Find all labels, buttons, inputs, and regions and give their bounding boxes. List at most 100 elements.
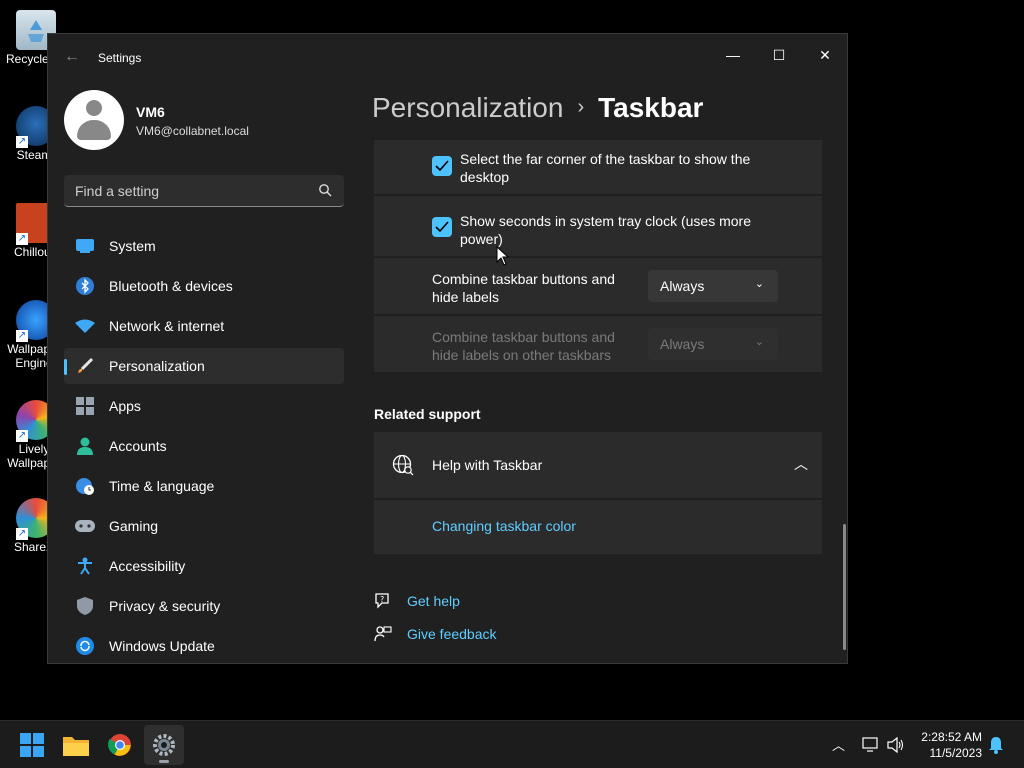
dropdown-value: Always	[660, 336, 705, 352]
wifi-icon	[75, 316, 95, 336]
dropdown-value: Always	[660, 278, 705, 294]
sidebar-item-system[interactable]: System	[64, 228, 344, 264]
sidebar-item-label: Bluetooth & devices	[109, 278, 233, 294]
notification-bell-icon[interactable]	[988, 736, 1004, 754]
sidebar-item-accounts[interactable]: Accounts	[64, 428, 344, 464]
bluetooth-icon	[75, 276, 95, 296]
mouse-cursor-icon	[496, 246, 510, 266]
chevron-down-icon: ⌄	[754, 336, 764, 348]
taskbar-settings-content: Select the far corner of the taskbar to …	[374, 140, 824, 663]
related-support-title: Related support	[374, 406, 481, 422]
checkmark-icon	[435, 221, 449, 233]
give-feedback-icon	[374, 626, 392, 642]
breadcrumb: Personalization › Taskbar	[372, 92, 703, 124]
shield-icon	[75, 596, 95, 616]
get-help-link[interactable]: Get help	[407, 593, 460, 609]
page-title: Taskbar	[598, 92, 704, 123]
sidebar-item-label: Apps	[109, 398, 141, 414]
breadcrumb-parent[interactable]: Personalization	[372, 92, 563, 123]
sidebar-item-bluetooth[interactable]: Bluetooth & devices	[64, 268, 344, 304]
sidebar-item-windows-update[interactable]: Windows Update	[64, 628, 344, 663]
system-clock[interactable]: 2:28:52 AM 11/5/2023	[921, 729, 982, 761]
setting-row-combine-other: Combine taskbar buttons and hide labels …	[374, 316, 822, 372]
setting-label: Combine taskbar buttons and hide labels …	[432, 329, 615, 363]
network-icon[interactable]	[862, 737, 880, 753]
checkbox-far-corner[interactable]	[432, 156, 452, 176]
active-indicator	[159, 760, 169, 763]
give-feedback-row[interactable]: Give feedback	[374, 623, 574, 645]
sidebar-item-gaming[interactable]: Gaming	[64, 508, 344, 544]
chevron-down-icon: ⌄	[754, 278, 764, 290]
checkbox-show-seconds[interactable]	[432, 217, 452, 237]
setting-row-combine-buttons: Combine taskbar buttons and hide labels …	[374, 258, 822, 314]
sidebar-item-privacy-security[interactable]: Privacy & security	[64, 588, 344, 624]
taskbar-chrome[interactable]	[100, 725, 140, 765]
start-button[interactable]	[12, 725, 52, 765]
setting-row-far-corner[interactable]: Select the far corner of the taskbar to …	[374, 140, 822, 194]
chrome-icon	[108, 734, 131, 756]
clock-date: 11/5/2023	[929, 746, 983, 760]
avatar-head-icon	[86, 100, 102, 116]
sidebar-item-label: Time & language	[109, 478, 215, 494]
show-hidden-icons-chevron-icon[interactable]: ︿	[832, 735, 845, 754]
taskbar-settings[interactable]	[144, 725, 184, 765]
shortcut-arrow-icon: ↗	[16, 430, 28, 442]
combine-other-dropdown: Always ⌄	[648, 328, 778, 360]
help-with-taskbar-label: Help with Taskbar	[432, 457, 543, 473]
accounts-icon	[75, 436, 95, 456]
taskbar: ︿ 2:28:52 AM 11/5/2023	[0, 720, 1024, 768]
sidebar-item-label: Privacy & security	[109, 598, 221, 614]
changing-taskbar-color-link[interactable]: Changing taskbar color	[432, 518, 576, 534]
help-with-taskbar-body: Changing taskbar color	[374, 500, 822, 554]
taskbar-file-explorer[interactable]	[56, 725, 96, 765]
search-input[interactable]	[64, 175, 317, 207]
globe-clock-icon	[75, 476, 95, 496]
sidebar-item-label: Accessibility	[109, 558, 186, 574]
accessibility-icon	[75, 556, 95, 576]
chevron-up-icon[interactable]: ︿	[794, 454, 808, 474]
globe-search-icon	[392, 454, 414, 476]
sidebar-item-label: Gaming	[109, 518, 159, 534]
brush-icon	[75, 356, 95, 376]
get-help-row[interactable]: ? Get help	[374, 590, 574, 612]
sidebar-nav: System Bluetooth & devices Network & int…	[64, 228, 344, 663]
profile-email: VM6@collabnet.local	[136, 124, 249, 138]
setting-row-show-seconds[interactable]: Show seconds in system tray clock (uses …	[374, 196, 822, 256]
minimize-button[interactable]: —	[710, 40, 756, 70]
windows-logo-icon	[20, 733, 44, 757]
gamepad-icon	[75, 516, 95, 536]
search-box[interactable]	[64, 175, 344, 207]
title-bar[interactable]: ← Settings — ☐ ✕	[48, 34, 847, 80]
combine-buttons-dropdown[interactable]: Always ⌄	[648, 270, 778, 302]
avatar	[64, 90, 124, 150]
settings-gear-icon	[153, 734, 175, 756]
scrollbar-thumb[interactable]	[843, 524, 846, 650]
apps-icon	[75, 396, 95, 416]
setting-label: Combine taskbar buttons and hide labels	[432, 271, 615, 305]
breadcrumb-separator: ›	[577, 96, 585, 118]
clock-time: 2:28:52 AM	[921, 730, 982, 744]
search-icon[interactable]	[318, 183, 332, 197]
volume-icon[interactable]	[887, 737, 905, 753]
sidebar-item-time-language[interactable]: Time & language	[64, 468, 344, 504]
sidebar-item-label: Personalization	[109, 358, 205, 374]
setting-label: Show seconds in system tray clock (uses …	[460, 213, 751, 247]
sidebar-item-accessibility[interactable]: Accessibility	[64, 548, 344, 584]
give-feedback-link[interactable]: Give feedback	[407, 626, 497, 642]
checkmark-icon	[435, 160, 449, 172]
update-icon	[75, 636, 95, 656]
back-arrow-icon[interactable]: ←	[64, 48, 82, 66]
help-with-taskbar-header[interactable]: Help with Taskbar ︿	[374, 432, 822, 498]
profile-name: VM6	[136, 104, 165, 120]
sidebar-item-personalization[interactable]: Personalization	[64, 348, 344, 384]
system-icon	[75, 236, 95, 256]
sidebar-item-network[interactable]: Network & internet	[64, 308, 344, 344]
maximize-button[interactable]: ☐	[756, 40, 802, 70]
get-help-icon: ?	[375, 593, 389, 609]
sidebar-item-apps[interactable]: Apps	[64, 388, 344, 424]
setting-label: Select the far corner of the taskbar to …	[460, 151, 751, 185]
sidebar-item-label: Windows Update	[109, 638, 215, 654]
sidebar-item-label: Network & internet	[109, 318, 225, 334]
shortcut-arrow-icon: ↗	[16, 330, 28, 342]
close-button[interactable]: ✕	[802, 40, 847, 70]
